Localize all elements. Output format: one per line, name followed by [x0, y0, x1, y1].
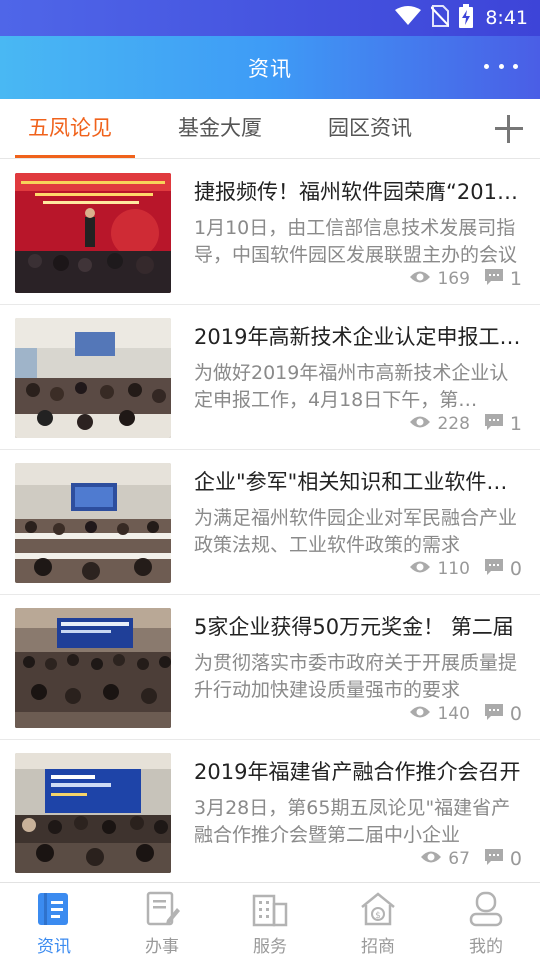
news-summary: 1月10日，由工信部信息技术发展司指导，中国软件园区发展联盟主办的会议: [194, 217, 518, 266]
more-dots-icon[interactable]: [484, 54, 518, 78]
user-icon: [467, 890, 505, 928]
news-summary: 为贯彻落实市委市政府关于开展质量提升行动加快建设质量强市的要求: [194, 652, 518, 701]
news-item[interactable]: 2019年高新技术企业认定申报工作培训会 为做好2019年福州市高新技术企业认定…: [0, 305, 540, 450]
nav-label: 服务: [253, 937, 287, 957]
news-title: 2019年福建省产融合作推介会召开: [194, 760, 521, 784]
nav-item-affairs[interactable]: 办事: [108, 883, 216, 960]
nav-item-investment[interactable]: $ 招商: [324, 883, 432, 960]
building-icon: [251, 890, 289, 928]
view-count: 110: [437, 559, 470, 579]
view-count: 228: [437, 414, 470, 434]
view-count: 140: [437, 704, 470, 724]
news-thumbnail: [15, 318, 171, 438]
news-summary: 为做好2019年福州市高新技术企业认定申报工作，4月18日下午，第…: [194, 362, 509, 411]
news-item[interactable]: 2019年福建省产融合作推介会召开 3月28日，第65期五凤论见"福建省产融合作…: [0, 740, 540, 882]
news-icon: [35, 890, 73, 928]
eye-icon: [409, 704, 431, 724]
news-stats: 169 1: [409, 267, 522, 291]
news-title: 5家企业获得50万元奖金！ 第二届: [194, 615, 514, 639]
eye-icon: [409, 414, 431, 434]
news-list: 捷报频传！福州软件园荣膺“2019年中国软件园区发展联盟” 1月10日，由工信部…: [0, 160, 540, 882]
nav-item-service[interactable]: 服务: [216, 883, 324, 960]
news-stats: 110 0: [409, 557, 522, 581]
comment-icon: [484, 703, 504, 726]
news-title: 捷报频传！福州软件园荣膺“2019年中国软件园区发展联盟”: [194, 180, 524, 204]
news-summary: 3月28日，第65期五凤论见"福建省产融合作推介会暨第二届中小企业: [194, 797, 511, 846]
active-tab-indicator: [15, 155, 135, 158]
nav-item-news[interactable]: 资讯: [0, 883, 108, 960]
news-summary: 为满足福州软件园企业对军民融合产业政策法规、工业软件政策的需求: [194, 507, 518, 556]
view-count: 169: [437, 269, 470, 289]
bottom-nav: 资讯 办事 服务 $ 招商 我的: [0, 882, 540, 960]
nav-label: 我的: [469, 937, 503, 957]
house-money-icon: $: [359, 890, 397, 928]
comment-count: 1: [509, 268, 522, 290]
news-stats: 67 0: [420, 847, 522, 871]
news-thumbnail: [15, 173, 171, 293]
tab-yuanqu-zixun[interactable]: 园区资讯: [328, 99, 412, 159]
nav-item-profile[interactable]: 我的: [432, 883, 540, 960]
comment-count: 1: [509, 413, 522, 435]
comment-count: 0: [509, 703, 522, 725]
page-title: 资讯: [248, 56, 292, 81]
news-stats: 140 0: [409, 702, 522, 726]
eye-icon: [409, 559, 431, 579]
tab-wufeng-lunjian[interactable]: 五凤论见: [28, 99, 112, 159]
status-bar: 8:41: [0, 0, 540, 36]
news-item[interactable]: 企业"参军"相关知识和工业软件政策宣讲会 为满足福州软件园企业对军民融合产业政策…: [0, 450, 540, 595]
news-title: 企业"参军"相关知识和工业软件政策宣讲会: [194, 470, 524, 494]
nav-label: 招商: [361, 937, 395, 957]
plus-icon[interactable]: [492, 112, 526, 146]
app-header: 资讯: [0, 36, 540, 99]
comment-icon: [484, 413, 504, 436]
news-stats: 228 1: [409, 412, 522, 436]
nav-label: 办事: [145, 937, 179, 957]
tab-jijin-dasha[interactable]: 基金大厦: [178, 99, 262, 159]
view-count: 67: [448, 849, 470, 869]
comment-count: 0: [509, 558, 522, 580]
comment-count: 0: [509, 848, 522, 870]
news-item[interactable]: 5家企业获得50万元奖金！ 第二届 为贯彻落实市委市政府关于开展质量提升行动加快…: [0, 595, 540, 740]
news-thumbnail: [15, 753, 171, 873]
tab-overflow-fade: [462, 99, 492, 157]
comment-icon: [484, 558, 504, 581]
eye-icon: [420, 849, 442, 869]
eye-icon: [409, 269, 431, 289]
news-title: 2019年高新技术企业认定申报工作培训会: [194, 325, 524, 349]
battery-charging-icon: [459, 4, 474, 32]
news-thumbnail: [15, 608, 171, 728]
no-sim-icon: [430, 5, 451, 31]
nav-label: 资讯: [37, 937, 71, 957]
news-item[interactable]: 捷报频传！福州软件园荣膺“2019年中国软件园区发展联盟” 1月10日，由工信部…: [0, 160, 540, 305]
document-edit-icon: [143, 890, 181, 928]
news-thumbnail: [15, 463, 171, 583]
tab-bar: 五凤论见 基金大厦 园区资讯: [0, 99, 540, 159]
svg-text:$: $: [375, 911, 381, 921]
clock: 8:41: [485, 7, 528, 29]
comment-icon: [484, 848, 504, 871]
wifi-icon: [395, 6, 422, 30]
comment-icon: [484, 268, 504, 291]
